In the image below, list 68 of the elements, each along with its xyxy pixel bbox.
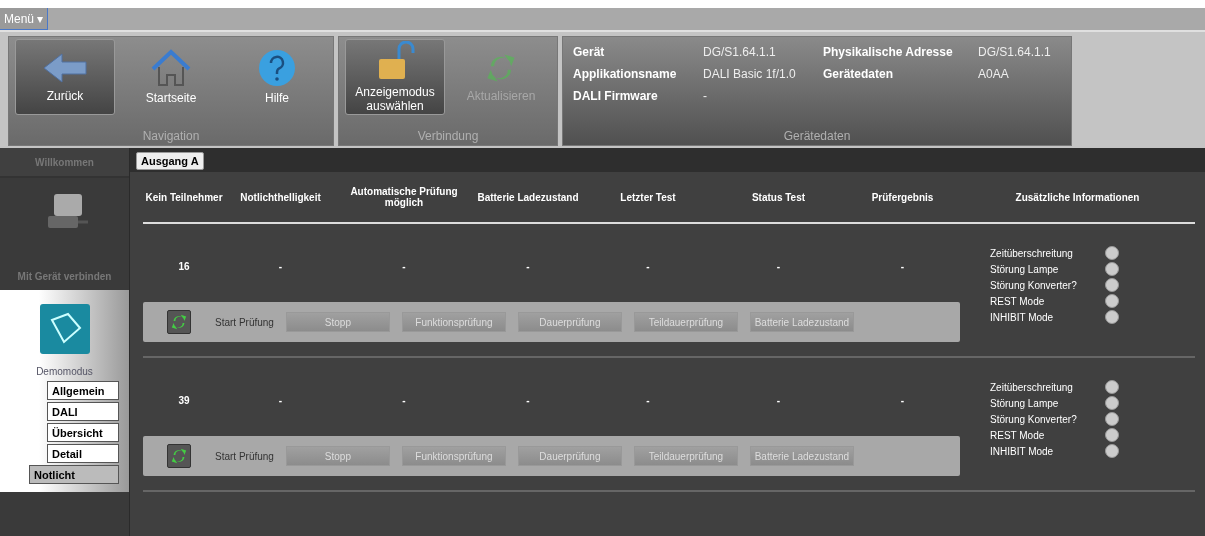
table-cell-text: 16 xyxy=(177,260,191,272)
field-label: DALI Firmware xyxy=(573,89,659,103)
refresh-button[interactable] xyxy=(167,444,191,468)
device-module-icon xyxy=(37,302,92,356)
field-label: Applikationsname xyxy=(573,67,678,81)
info-label: Störung Konverter? xyxy=(990,279,1078,291)
info-label: Störung Lampe xyxy=(990,263,1060,275)
ribbon-button[interactable]: Startseite xyxy=(121,39,221,115)
table-cell-text: - xyxy=(525,394,531,406)
table-cell-text: - xyxy=(775,260,782,272)
info-label: INHIBIT Mode xyxy=(990,445,1055,457)
field-value: A0AA xyxy=(978,67,1010,81)
column-header: Letzter Test xyxy=(619,191,677,203)
field-value: - xyxy=(703,89,708,103)
ribbon-button[interactable]: Anzeigemodus auswählen xyxy=(345,39,445,115)
info-label: Störung Konverter? xyxy=(990,413,1078,425)
column-header: Zusätzliche Informationen xyxy=(1014,191,1141,203)
field-value: DG/S1.64.1.1 xyxy=(703,45,777,59)
refresh-icon xyxy=(170,447,188,465)
column-header: Kein Teilnehmer xyxy=(144,191,224,203)
table-cell-text: - xyxy=(645,260,651,272)
menu-button[interactable]: Menü ▾ xyxy=(0,8,49,30)
connect-label[interactable]: Mit Gerät verbinden xyxy=(17,271,112,282)
field-value: DALI Basic 1f/1.0 xyxy=(703,67,797,81)
group-title: Navigation xyxy=(141,129,201,145)
nav-item[interactable]: DALI xyxy=(47,402,119,421)
table-cell-text: - xyxy=(401,394,407,406)
table-cell-text: - xyxy=(277,260,284,272)
left-arrow-icon xyxy=(42,51,88,85)
help-icon xyxy=(258,49,296,87)
field-label: Gerätedaten xyxy=(823,67,895,81)
table-cell-text: - xyxy=(277,394,284,406)
column-header: Notlichthelligkeit xyxy=(239,191,322,203)
info-label: INHIBIT Mode xyxy=(990,311,1055,323)
table-cell-text: - xyxy=(899,394,906,406)
home-icon xyxy=(150,49,192,87)
field-label: Gerät xyxy=(573,45,606,59)
table-cell-text: 39 xyxy=(177,394,191,406)
info-label: Zeitüberschreitung xyxy=(990,381,1074,393)
start-label[interactable]: Start Prüfung xyxy=(215,450,274,462)
nav-item[interactable]: Übersicht xyxy=(47,423,119,442)
info-label: Störung Lampe xyxy=(990,397,1060,409)
mode-label: Demomodus xyxy=(36,366,93,377)
table-cell-text: - xyxy=(525,260,531,272)
info-label: REST Mode xyxy=(990,429,1046,441)
table-cell-text: - xyxy=(775,394,782,406)
ribbon-button[interactable]: Zurück xyxy=(15,39,115,115)
field-value: DG/S1.64.1.1 xyxy=(978,45,1052,59)
start-label[interactable]: Start Prüfung xyxy=(215,316,274,328)
table-cell-text: - xyxy=(899,260,906,272)
info-label: Zeitüberschreitung xyxy=(990,247,1074,259)
group-title: Gerätedaten xyxy=(782,129,852,145)
ribbon-button[interactable]: Hilfe xyxy=(227,39,327,115)
table-cell-text: - xyxy=(401,260,407,272)
tab[interactable]: Ausgang A xyxy=(136,152,204,170)
column-header: Status Test xyxy=(750,191,807,203)
column-header: Automatische Prüfung möglich xyxy=(349,186,459,208)
refresh-button[interactable] xyxy=(167,310,191,334)
nav-item[interactable]: Detail xyxy=(47,444,119,463)
refresh-icon xyxy=(170,313,188,331)
column-header: Batterie Ladezustand xyxy=(476,191,580,203)
nav-item[interactable]: Allgemein xyxy=(47,381,119,400)
table-cell-text: - xyxy=(645,394,651,406)
nav-item[interactable]: Notlicht xyxy=(29,465,119,484)
group-title: Verbindung xyxy=(416,129,480,145)
column-header: Prüfergebnis xyxy=(870,191,935,203)
field-label: Physikalische Adresse xyxy=(823,45,954,59)
info-label: REST Mode xyxy=(990,295,1046,307)
